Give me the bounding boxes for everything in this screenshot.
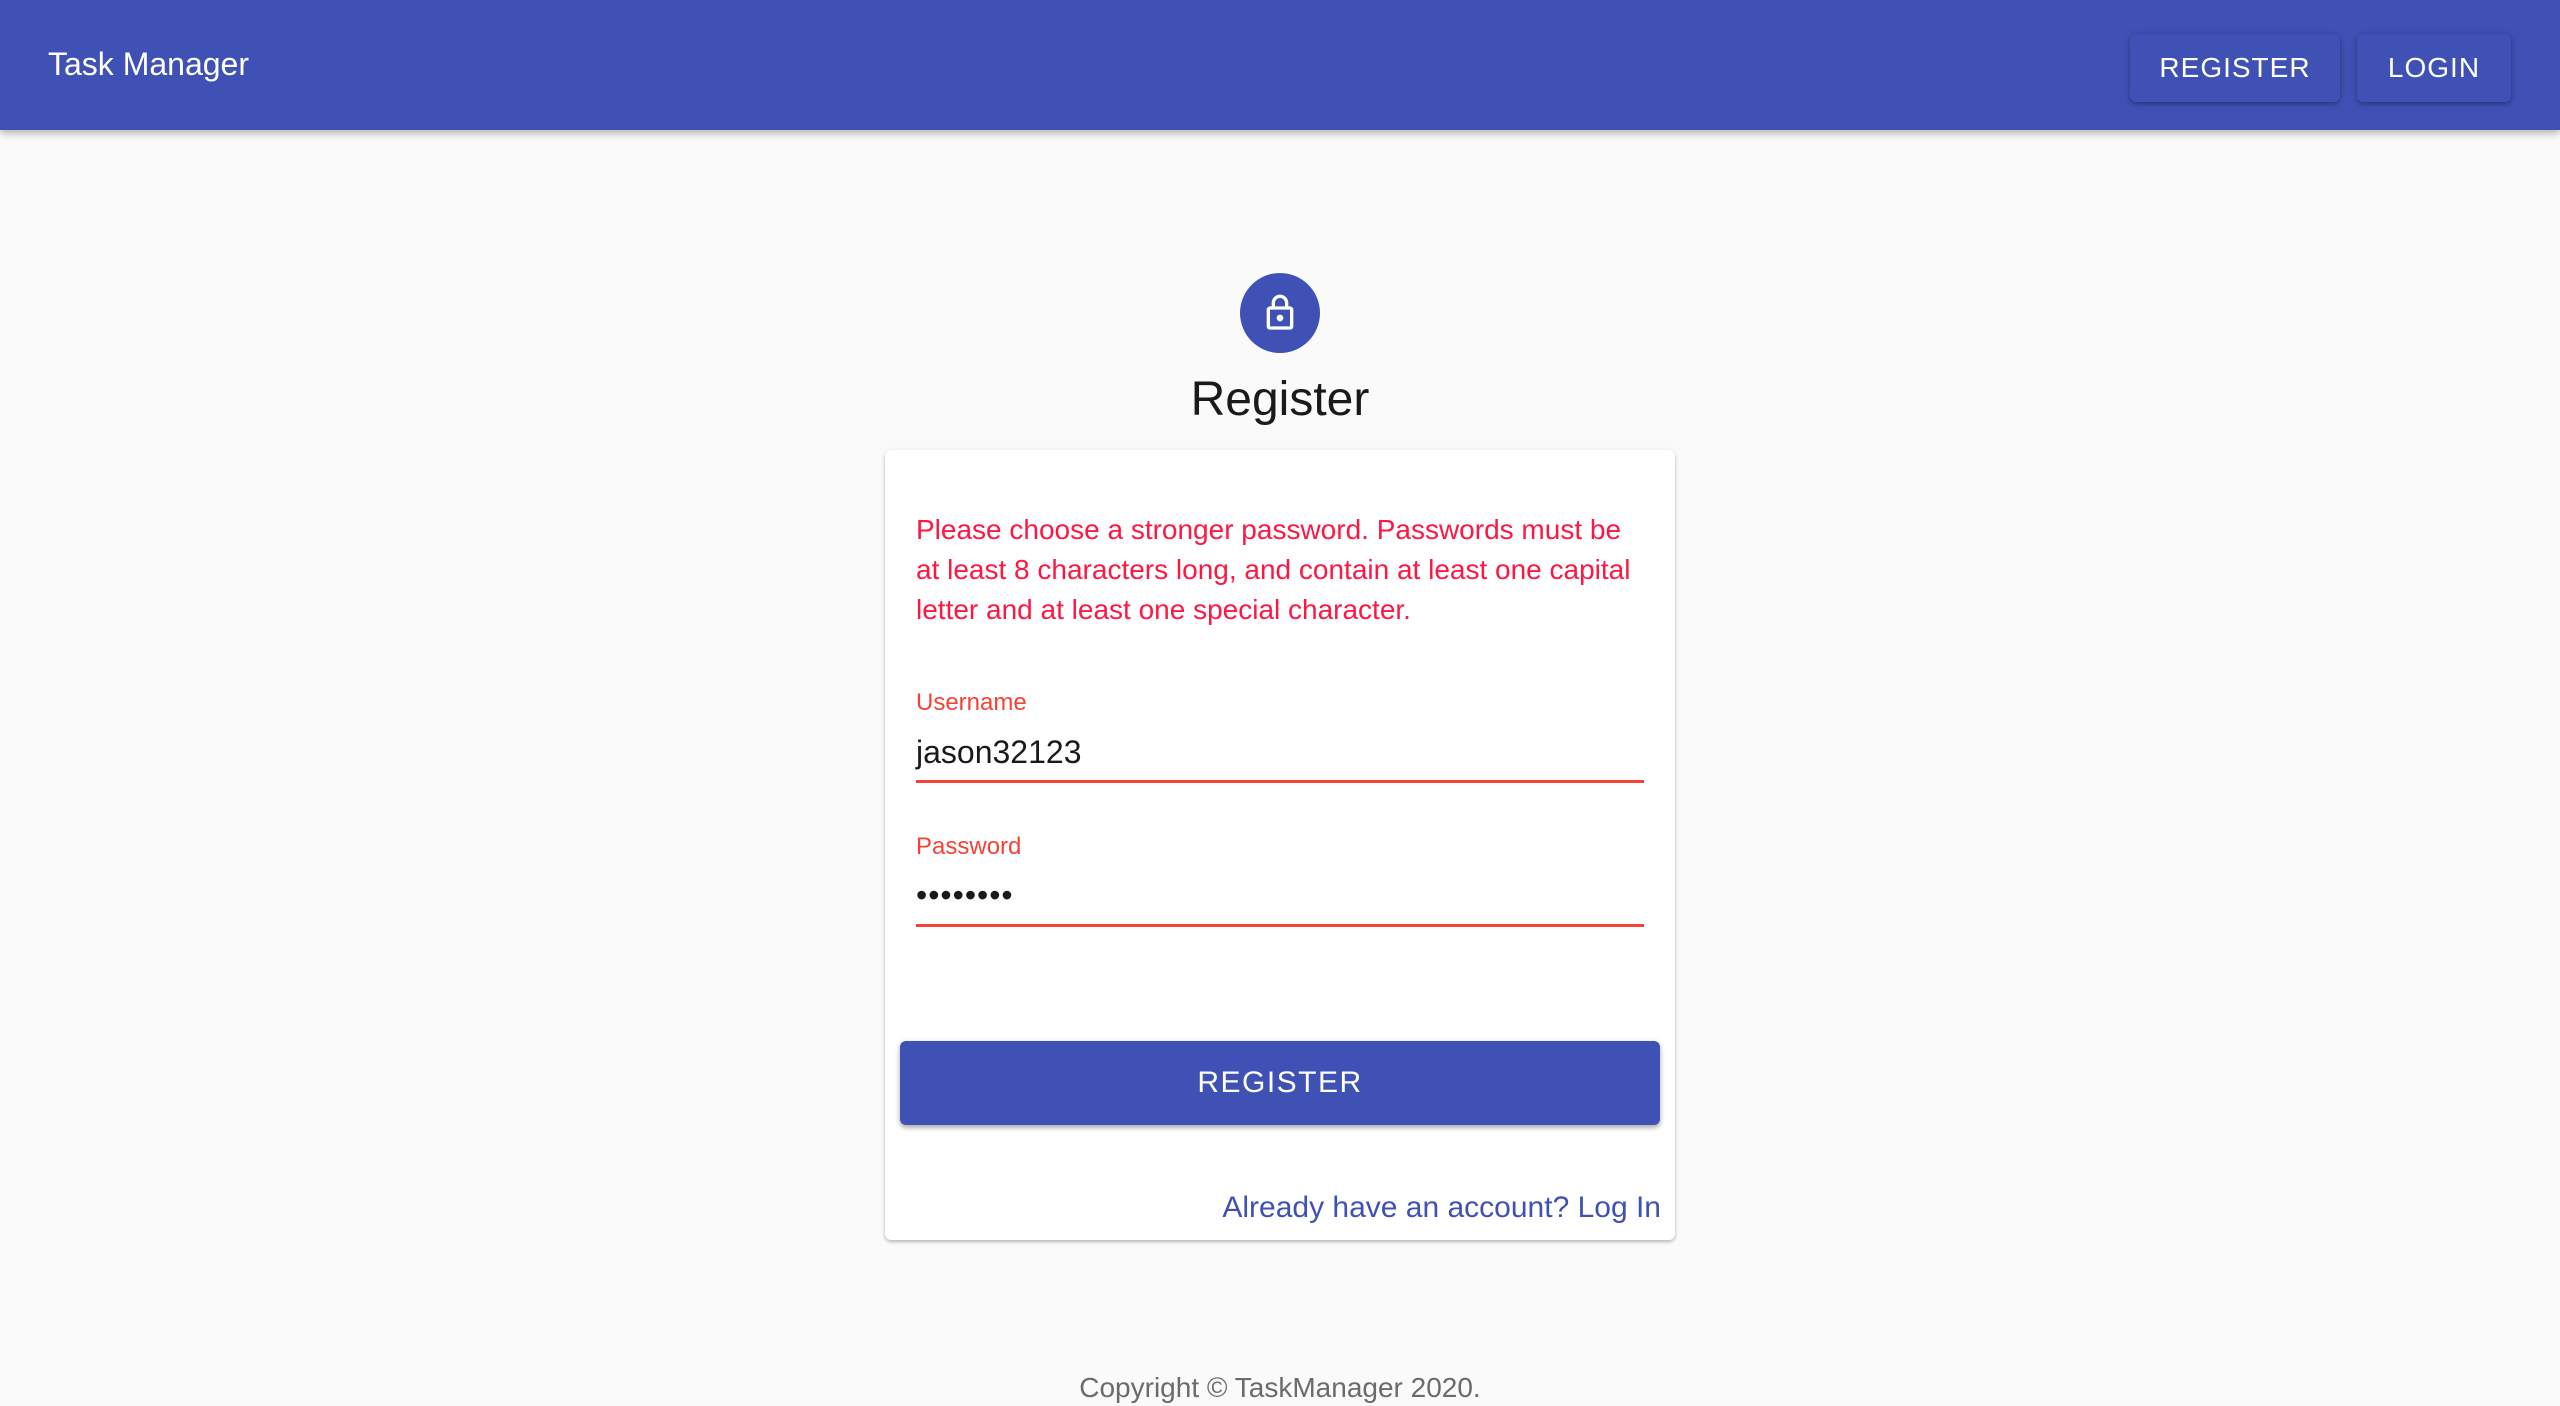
lock-icon bbox=[1266, 294, 1294, 330]
password-underline bbox=[916, 924, 1644, 927]
register-submit-button[interactable]: REGISTER bbox=[900, 1041, 1660, 1125]
app-bar: Task Manager REGISTER LOGIN bbox=[0, 0, 2560, 130]
nav-register-button[interactable]: REGISTER bbox=[2130, 34, 2340, 102]
username-underline bbox=[916, 780, 1644, 783]
page-title: Register bbox=[1190, 373, 1370, 426]
username-label: Username bbox=[916, 689, 1027, 716]
nav-login-button[interactable]: LOGIN bbox=[2357, 34, 2511, 102]
error-message: Please choose a stronger password. Passw… bbox=[916, 514, 1631, 625]
username-field[interactable]: jason32123 bbox=[916, 732, 1644, 772]
copyright-text: Copyright © TaskManager 2020. bbox=[1079, 1372, 1481, 1403]
login-link[interactable]: Already have an account? Log In bbox=[1222, 1189, 1661, 1227]
register-card: Please choose a stronger password. Passw… bbox=[885, 450, 1675, 1240]
app-title: Task Manager bbox=[48, 46, 249, 82]
avatar bbox=[1240, 273, 1320, 353]
password-label: Password bbox=[916, 833, 1022, 860]
password-field[interactable]: •••••••• bbox=[916, 875, 1644, 915]
